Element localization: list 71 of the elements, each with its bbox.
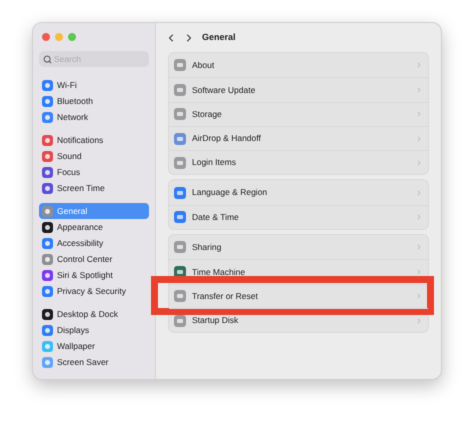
sidebar-item[interactable]: Accessibility <box>39 235 149 251</box>
sidebar-item[interactable]: Notifications <box>39 132 149 148</box>
row-label: AirDrop & Handoff <box>192 132 262 145</box>
zoom-button[interactable] <box>68 33 76 41</box>
item-label: Appearance <box>57 220 103 234</box>
row-label: Language & Region <box>192 186 268 199</box>
chevron-icon <box>415 61 423 70</box>
item-label: Sound <box>57 150 82 162</box>
search-icon <box>43 54 52 64</box>
sidebar-item[interactable]: Desktop & Dock <box>39 306 149 322</box>
sidebar-item[interactable]: Siri & Spotlight <box>39 267 149 283</box>
chevron-icon <box>415 86 423 94</box>
item-label: General <box>57 204 88 218</box>
row-label: Transfer or Reset <box>192 290 259 303</box>
settings-row[interactable]: About <box>169 53 428 78</box>
item-label: Wallpaper <box>57 340 95 352</box>
sidebar-item[interactable]: Appearance <box>39 219 149 235</box>
settings-row[interactable]: Language & Region <box>169 180 428 205</box>
item-label: Control Center <box>57 252 112 266</box>
settings-row[interactable]: Date & Time <box>169 204 428 230</box>
chevron-icon <box>415 243 423 252</box>
sidebar-item[interactable]: Privacy & Security <box>39 283 149 299</box>
sidebar-item[interactable]: Screen Time <box>39 180 149 196</box>
chevron-icon <box>415 292 423 300</box>
minimize-button[interactable] <box>55 33 63 41</box>
row-label: Software Update <box>192 84 256 96</box>
sidebar-item[interactable]: Wallpaper <box>39 338 149 354</box>
row-label: Startup Disk <box>192 314 240 327</box>
settings-row[interactable]: Sharing <box>169 235 428 260</box>
row-label: Sharing <box>192 240 222 254</box>
row-label: Time Machine <box>192 266 246 278</box>
settings-row[interactable]: Time Machine <box>169 259 428 284</box>
sidebar-item[interactable]: Network <box>39 109 149 125</box>
chevron-icon <box>415 316 423 325</box>
item-label: Wi-Fi <box>57 78 77 92</box>
chevron-icon <box>415 158 423 167</box>
settings-row[interactable]: Storage <box>169 102 428 126</box>
row-label: Date & Time <box>192 211 240 224</box>
settings-row[interactable]: Software Update <box>169 77 428 102</box>
item-label: Screen Saver <box>57 356 108 368</box>
item-label: Displays <box>57 324 90 336</box>
sidebar-item[interactable]: Displays <box>39 322 149 338</box>
item-label: Privacy & Security <box>57 284 126 298</box>
item-label: Network <box>57 110 88 124</box>
row-label: Storage <box>192 108 223 121</box>
sidebar-item[interactable]: Wi-Fi <box>39 77 149 93</box>
row-label: About <box>192 58 216 72</box>
row-label: Login Items <box>192 156 237 170</box>
item-label: Siri & Spotlight <box>57 268 113 282</box>
sidebar-item[interactable]: Screen Saver <box>39 354 149 370</box>
item-label: Accessibility <box>57 236 104 250</box>
sidebar-item[interactable]: Control Center <box>39 251 149 267</box>
chevron-icon <box>415 268 423 276</box>
item-label: Focus <box>57 166 80 178</box>
chevron-icon <box>415 213 423 222</box>
item-label: Notifications <box>57 134 104 146</box>
chevron-icon <box>415 188 423 197</box>
item-label: Screen Time <box>57 182 105 194</box>
settings-row[interactable]: Transfer or Reset <box>169 284 428 308</box>
item-label: Desktop & Dock <box>57 308 118 320</box>
page-title: General <box>202 31 236 44</box>
chevron-icon <box>415 134 423 143</box>
sidebar-item[interactable]: Bluetooth <box>39 93 149 109</box>
settings-row[interactable]: Login Items <box>169 150 428 174</box>
settings-row[interactable]: Startup Disk <box>169 308 428 332</box>
sidebar-item[interactable]: Sound <box>39 148 149 164</box>
chevron-icon <box>415 110 423 118</box>
settings-row[interactable]: AirDrop & Handoff <box>169 126 428 150</box>
sidebar-item[interactable]: Focus <box>39 164 149 180</box>
item-label: Bluetooth <box>57 94 93 108</box>
close-button[interactable] <box>42 33 50 41</box>
